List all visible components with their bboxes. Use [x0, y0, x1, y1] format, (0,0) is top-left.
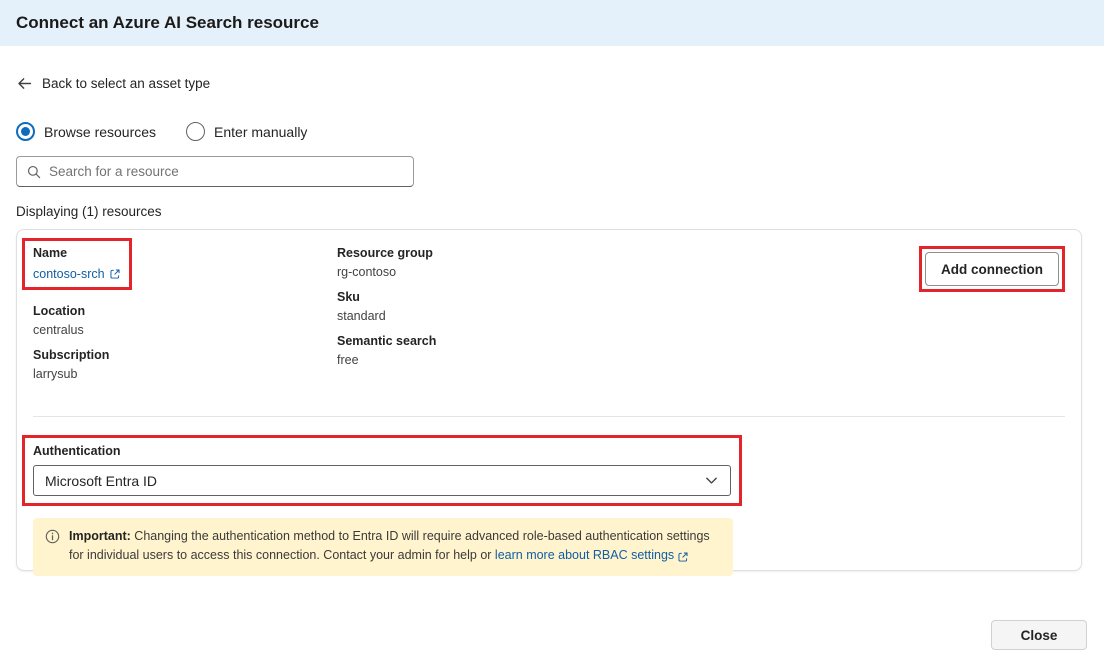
field-resource-group-value: rg-contoso: [337, 265, 919, 279]
add-connection-button[interactable]: Add connection: [925, 252, 1059, 286]
page-title: Connect an Azure AI Search resource: [16, 13, 319, 33]
card-divider: [33, 416, 1065, 417]
warning-text: Important: Changing the authentication m…: [69, 527, 719, 566]
field-name-label: Name: [33, 246, 121, 260]
resource-mode-radio-group: Browse resources Enter manually: [16, 122, 1088, 141]
radio-browse-label: Browse resources: [44, 124, 156, 140]
resource-fields: Name contoso-srch Location centralus: [33, 246, 1065, 392]
radio-enter-manually[interactable]: Enter manually: [186, 122, 307, 141]
field-sku-label: Sku: [337, 290, 919, 304]
close-button[interactable]: Close: [991, 620, 1087, 650]
dialog-header: Connect an Azure AI Search resource: [0, 0, 1104, 46]
search-icon: [26, 164, 42, 180]
field-sku: Sku standard: [337, 290, 919, 323]
field-subscription-label: Subscription: [33, 348, 337, 362]
important-warning-banner: Important: Changing the authentication m…: [33, 518, 733, 576]
authentication-label: Authentication: [33, 444, 731, 458]
search-input[interactable]: [49, 157, 404, 186]
radio-unselected-icon[interactable]: [186, 122, 205, 141]
info-icon: [45, 529, 60, 544]
resource-name-text: contoso-srch: [33, 267, 105, 281]
resource-card: Name contoso-srch Location centralus: [16, 229, 1082, 571]
back-link-label: Back to select an asset type: [42, 76, 210, 91]
authentication-dropdown[interactable]: Microsoft Entra ID: [33, 465, 731, 496]
arrow-left-icon: [16, 75, 33, 92]
field-semantic-search-label: Semantic search: [337, 334, 919, 348]
resource-name-link[interactable]: contoso-srch: [33, 267, 121, 281]
field-resource-group-label: Resource group: [337, 246, 919, 260]
add-connection-area: Add connection: [919, 246, 1065, 292]
field-semantic-search: Semantic search free: [337, 334, 919, 367]
chevron-down-icon: [704, 473, 719, 488]
field-name: Name contoso-srch: [33, 246, 337, 293]
radio-selected-icon[interactable]: [16, 122, 35, 141]
results-summary: Displaying (1) resources: [16, 204, 1088, 219]
field-location-value: centralus: [33, 323, 337, 337]
resource-column-left: Name contoso-srch Location centralus: [33, 246, 337, 392]
dialog-body: Back to select an asset type Browse reso…: [0, 46, 1104, 571]
field-subscription: Subscription larrysub: [33, 348, 337, 381]
external-link-icon: [677, 551, 689, 563]
external-link-icon: [109, 268, 121, 280]
authentication-selected-value: Microsoft Entra ID: [45, 473, 157, 489]
radio-browse-resources[interactable]: Browse resources: [16, 122, 156, 141]
annotation-highlight-authentication: Authentication Microsoft Entra ID: [22, 435, 742, 506]
radio-manual-label: Enter manually: [214, 124, 307, 140]
field-sku-value: standard: [337, 309, 919, 323]
back-link[interactable]: Back to select an asset type: [16, 75, 210, 92]
field-subscription-value: larrysub: [33, 367, 337, 381]
rbac-settings-link[interactable]: learn more about RBAC settings: [495, 546, 689, 565]
field-location-label: Location: [33, 304, 337, 318]
field-location: Location centralus: [33, 304, 337, 337]
resource-column-middle: Resource group rg-contoso Sku standard S…: [337, 246, 919, 378]
annotation-highlight-add-connection: Add connection: [919, 246, 1065, 292]
warning-emphasis: Important:: [69, 529, 131, 543]
annotation-highlight-name: Name contoso-srch: [22, 238, 132, 290]
field-resource-group: Resource group rg-contoso: [337, 246, 919, 279]
field-semantic-search-value: free: [337, 353, 919, 367]
rbac-settings-link-label: learn more about RBAC settings: [495, 546, 674, 565]
resource-search-box[interactable]: [16, 156, 414, 187]
